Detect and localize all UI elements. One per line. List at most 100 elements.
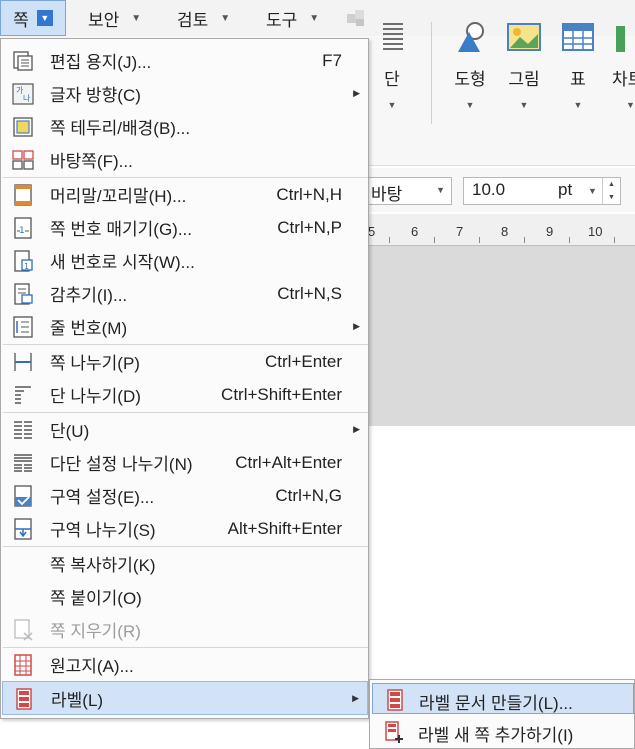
menu-item-label: 단(U) [50, 422, 90, 441]
ruler-tick: 9 [546, 224, 554, 239]
menu-item-page-break[interactable]: 쪽 나누기(P) Ctrl+Enter [2, 345, 368, 378]
chevron-down-icon: ▼ [220, 12, 231, 24]
menu-item-label-submenu[interactable]: 라벨(L) ▶ [2, 681, 368, 715]
menu-item-label: 원고지(A)... [50, 657, 134, 676]
chevron-down-icon[interactable]: ▼ [626, 100, 635, 110]
menu-item-label: 단 나누기(D) [50, 387, 141, 406]
menu-page[interactable]: 쪽 ▼ [0, 0, 66, 36]
page-number-icon: 1 [14, 217, 32, 239]
menu-item-shortcut: Ctrl+Shift+Enter [221, 384, 342, 404]
hide-icon [14, 283, 33, 305]
menu-item-label: 편집 용지(J)... [50, 53, 152, 72]
menu-review[interactable]: 검토 ▼ [177, 0, 230, 36]
menu-item-master-page[interactable]: 바탕쪽(F)... [2, 143, 368, 176]
font-size-value: 10.0 [472, 180, 506, 199]
horizontal-ruler[interactable]: 5 6 7 8 9 10 [366, 214, 635, 246]
menu-item-label: 글자 방향(C) [50, 86, 141, 105]
menu-item-copy-page[interactable]: 쪽 복사하기(K) [2, 547, 368, 580]
chevron-down-icon[interactable]: ▼ [588, 186, 597, 196]
menu-item-restart-numbering[interactable]: 1 새 번호로 시작(W)... [2, 244, 368, 277]
menu-item-shortcut: Ctrl+N,P [277, 217, 342, 237]
menu-item-multicolumn-break[interactable]: 다단 설정 나누기(N) Ctrl+Alt+Enter [2, 446, 368, 479]
add-label-page-icon [385, 721, 403, 743]
ruler-mark [389, 237, 390, 243]
ruler-mark [569, 237, 570, 243]
chevron-down-icon[interactable]: ▼ [442, 100, 498, 110]
ribbon-chart-button[interactable]: 차트 ▼ [604, 20, 635, 110]
section-settings-icon [14, 485, 32, 507]
menu-item-label: 쪽 테두리/배경(B)... [50, 119, 191, 138]
table-icon [562, 23, 594, 51]
ribbon-picture-button[interactable]: 그림 ▼ [496, 20, 552, 110]
chevron-down-icon: ▼ [309, 12, 320, 24]
ruler-tick: 5 [368, 224, 376, 239]
ribbon-table-label: 표 [570, 70, 586, 89]
font-size-spinner[interactable]: ▲ ▼ [602, 178, 620, 204]
ruler-tick: 7 [456, 224, 464, 239]
menu-item-label: 다단 설정 나누기(N) [50, 455, 193, 474]
chevron-down-icon[interactable]: ▼ [496, 100, 552, 110]
menu-item-paste-page[interactable]: 쪽 붙이기(O) [2, 580, 368, 613]
font-name-value: 바탕 [371, 185, 403, 204]
submenu-item-add-label-page[interactable]: 라벨 새 쪽 추가하기(I) [372, 716, 634, 747]
menu-item-page-border[interactable]: 쪽 테두리/배경(B)... [2, 110, 368, 143]
submenu-item-create-label-document[interactable]: 라벨 문서 만들기(L)... [372, 683, 634, 714]
menu-item-label: 머리말/꼬리말(H)... [50, 187, 187, 206]
menu-item-hide[interactable]: 감추기(I)... Ctrl+N,S [2, 277, 368, 310]
menu-item-line-numbers[interactable]: 줄 번호(M) ▶ [2, 310, 368, 343]
menu-item-columns[interactable]: 단(U) ▶ [2, 413, 368, 446]
menu-tools[interactable]: 도구 ▼ [266, 0, 319, 36]
shape-icon [458, 22, 484, 52]
label-icon [16, 688, 32, 710]
svg-text:나: 나 [23, 94, 31, 103]
page-dropdown-menu: 편집 용지(J)... F7 가 나 글자 방향(C) ▶ 쪽 테두리/배경(B… [0, 38, 369, 719]
menu-item-label: 구역 나누기(S) [50, 521, 156, 540]
section-break-icon [14, 518, 32, 540]
menu-item-shortcut: F7 [322, 50, 342, 70]
menu-item-shortcut: Alt+Shift+Enter [227, 518, 342, 538]
chevron-down-icon[interactable]: ▼ [550, 100, 606, 110]
menu-item-shortcut: Ctrl+N,S [277, 283, 342, 303]
menu-review-label: 검토 [177, 10, 209, 30]
menu-item-shortcut: Ctrl+Alt+Enter [235, 452, 342, 472]
ruler-mark [479, 237, 480, 243]
chevron-down-icon[interactable]: ▼ [36, 10, 53, 26]
header-footer-icon [14, 184, 32, 206]
chevron-down-icon: ▼ [131, 12, 142, 24]
menu-item-manuscript[interactable]: 원고지(A)... [2, 648, 368, 681]
font-size-input[interactable]: 10.0 pt ▼ ▲ ▼ [463, 177, 621, 205]
ruler-mark [614, 237, 615, 243]
menu-item-label: 새 번호로 시작(W)... [50, 253, 195, 272]
svg-text:1: 1 [24, 262, 29, 271]
menu-item-header-footer[interactable]: 머리말/꼬리말(H)... Ctrl+N,H [2, 178, 368, 211]
submenu-arrow-icon: ▶ [353, 88, 360, 98]
menu-item-page-setup[interactable]: 편집 용지(J)... F7 [2, 44, 368, 77]
ribbon-shape-button[interactable]: 도형 ▼ [442, 20, 498, 110]
menu-item-section-settings[interactable]: 구역 설정(E)... Ctrl+N,G [2, 479, 368, 512]
menu-item-text-direction[interactable]: 가 나 글자 방향(C) ▶ [2, 77, 368, 110]
ribbon-column-label: 단 [384, 70, 400, 89]
ribbon-column-button[interactable]: 단 ▼ [364, 20, 420, 110]
ribbon-table-button[interactable]: 표 ▼ [550, 20, 606, 110]
submenu-arrow-icon: ▶ [353, 321, 360, 331]
chevron-down-icon[interactable]: ▼ [436, 185, 445, 195]
submenu-arrow-icon: ▶ [353, 424, 360, 434]
restart-number-icon: 1 [14, 250, 33, 272]
ribbon-picture-label: 그림 [508, 70, 540, 89]
menu-item-section-break[interactable]: 구역 나누기(S) Alt+Shift+Enter [2, 512, 368, 545]
menu-item-column-break[interactable]: 단 나누기(D) Ctrl+Shift+Enter [2, 378, 368, 411]
manuscript-icon [14, 654, 32, 676]
master-page-icon [12, 150, 34, 170]
multicolumn-break-icon [14, 454, 32, 472]
ribbon-separator [431, 22, 432, 124]
font-name-select[interactable]: 바탕 ▼ [366, 177, 452, 205]
columns-icon [14, 421, 32, 439]
menu-item-label: 쪽 지우기(R) [50, 622, 141, 641]
menu-security-label: 보안 [88, 10, 120, 30]
menu-item-label: 쪽 붙이기(O) [50, 589, 142, 608]
menu-security[interactable]: 보안 ▼ [88, 0, 141, 36]
chevron-down-icon[interactable]: ▼ [364, 100, 420, 110]
menu-item-shortcut: Ctrl+Enter [265, 351, 342, 371]
ruler-tick: 8 [501, 224, 509, 239]
menu-item-page-numbering[interactable]: 1 쪽 번호 매기기(G)... Ctrl+N,P [2, 211, 368, 244]
